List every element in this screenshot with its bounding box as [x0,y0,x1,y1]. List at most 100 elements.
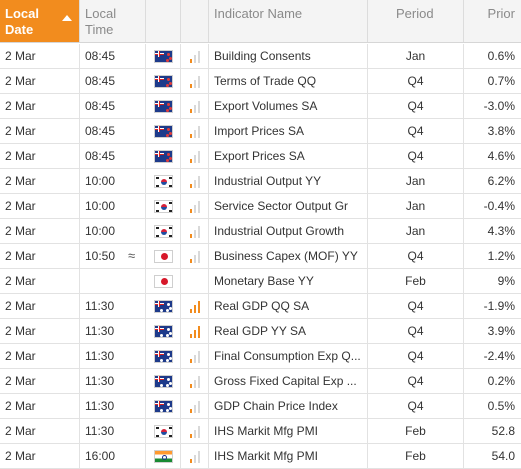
importance-bars-icon [190,75,202,88]
indicator-name-cell[interactable]: Terms of Trade QQ [209,69,368,93]
importance-cell [181,244,209,268]
table-row[interactable]: 2 Mar 10:00 Industrial Output YY Jan 6.2% [0,169,521,194]
date-cell: 2 Mar [0,419,80,443]
date-cell: 2 Mar [0,69,80,93]
prior-cell: -0.4% [483,199,515,213]
prior-cell: 6.2% [487,174,515,188]
indicator-name-cell[interactable]: IHS Markit Mfg PMI [209,444,368,468]
nz-flag-icon [154,50,173,63]
column-header-prior[interactable]: Prior [464,0,521,42]
prior-cell: 54.0 [491,449,515,463]
table-row[interactable]: 2 Mar 11:30 Real GDP YY SA Q4 3.9% [0,319,521,344]
indicator-name-cell[interactable]: Building Consents [209,44,368,68]
time-value: 10:00 [85,199,116,213]
table-row[interactable]: 2 Mar 10:50 ≈ Business Capex (MOF) YY Q4 1.2% [0,244,521,269]
indicator-name-cell[interactable]: Business Capex (MOF) YY [209,244,368,268]
importance-cell [181,119,209,143]
nz-flag-icon [154,75,173,88]
table-row[interactable]: 2 Mar 08:45 Building Consents Jan 0.6% [0,44,521,69]
kr-flag-icon [154,200,173,213]
importance-cell [181,144,209,168]
country-cell [146,244,181,268]
table-row[interactable]: 2 Mar 11:30 GDP Chain Price Index Q4 0.5% [0,394,521,419]
column-header-local-date[interactable]: Local Date [0,0,80,42]
period-cell: Q4 [368,344,464,368]
au-flag-icon [154,350,173,363]
period-cell: Q4 [368,294,464,318]
column-label-date: Date [5,22,34,37]
period-cell: Q4 [368,369,464,393]
indicator-name-cell[interactable]: IHS Markit Mfg PMI [209,419,368,443]
nz-flag-icon [154,150,173,163]
table-row[interactable]: 2 Mar 08:45 Export Volumes SA Q4 -3.0% [0,94,521,119]
indicator-name-cell[interactable]: GDP Chain Price Index [209,394,368,418]
date-cell: 2 Mar [0,294,80,318]
time-cell: 11:30 [80,319,146,343]
table-row[interactable]: 2 Mar 08:45 Terms of Trade QQ Q4 0.7% [0,69,521,94]
table-row[interactable]: 2 Mar 11:30 Gross Fixed Capital Exp ... Q4 0… [0,369,521,394]
country-cell [146,119,181,143]
table-row[interactable]: 2 Mar 11:30 Real GDP QQ SA Q4 -1.9% [0,294,521,319]
indicator-name-cell[interactable]: Industrial Output YY [209,169,368,193]
country-cell [146,269,181,293]
column-header-local-time[interactable]: Local Time [80,0,146,42]
importance-cell [181,419,209,443]
importance-cell [181,169,209,193]
column-header-country[interactable] [146,0,181,42]
jp-flag-icon [154,275,173,288]
period-cell: Jan [368,194,464,218]
time-value: 10:00 [85,174,116,188]
time-value: 08:45 [85,149,116,163]
prior-cell: 3.9% [487,324,515,338]
column-header-period[interactable]: Period [368,0,464,42]
importance-cell [181,394,209,418]
table-row[interactable]: 2 Mar 10:00 Industrial Output Growth Jan 4.3… [0,219,521,244]
time-value: 11:30 [85,349,115,363]
date-cell: 2 Mar [0,369,80,393]
indicator-name-cell[interactable]: Import Prices SA [209,119,368,143]
indicator-name-cell[interactable]: Gross Fixed Capital Exp ... [209,369,368,393]
time-cell: 08:45 [80,69,146,93]
date-cell: 2 Mar [0,169,80,193]
prior-cell: 9% [497,274,515,288]
table-row[interactable]: 2 Mar Monetary Base YY Feb 9% [0,269,521,294]
indicator-name-cell[interactable]: Service Sector Output Gr [209,194,368,218]
indicator-name-cell[interactable]: Real GDP YY SA [209,319,368,343]
date-cell: 2 Mar [0,319,80,343]
importance-bars-icon [190,425,202,438]
indicator-name-cell[interactable]: Industrial Output Growth [209,219,368,243]
time-cell: 16:00 [80,444,146,468]
table-header: Local Date Local Time Indicator Name Per… [0,0,521,43]
jp-flag-icon [154,250,173,263]
date-cell: 2 Mar [0,144,80,168]
prior-cell: -1.9% [483,299,515,313]
country-cell [146,394,181,418]
in-flag-icon [154,450,173,463]
kr-flag-icon [154,425,173,438]
indicator-name-cell[interactable]: Export Prices SA [209,144,368,168]
importance-bars-icon [190,375,202,388]
time-value: 11:30 [85,424,115,438]
table-row[interactable]: 2 Mar 16:00 IHS Markit Mfg PMI Feb 54.0 [0,444,521,469]
indicator-name-cell[interactable]: Final Consumption Exp Q... [209,344,368,368]
column-header-indicator-name[interactable]: Indicator Name [209,0,368,42]
table-row[interactable]: 2 Mar 10:00 Service Sector Output Gr Jan -0.… [0,194,521,219]
indicator-name-cell[interactable]: Monetary Base YY [209,269,368,293]
table-row[interactable]: 2 Mar 11:30 IHS Markit Mfg PMI Feb 52.8 [0,419,521,444]
country-cell [146,169,181,193]
country-cell [146,344,181,368]
indicator-name-cell[interactable]: Export Volumes SA [209,94,368,118]
period-cell: Q4 [368,244,464,268]
date-cell: 2 Mar [0,344,80,368]
column-label-local: Local [5,6,39,21]
importance-bars-icon [190,300,202,313]
importance-cell [181,219,209,243]
indicator-name-cell[interactable]: Real GDP QQ SA [209,294,368,318]
column-header-importance[interactable] [181,0,209,42]
table-row[interactable]: 2 Mar 08:45 Import Prices SA Q4 3.8% [0,119,521,144]
table-row[interactable]: 2 Mar 08:45 Export Prices SA Q4 4.6% [0,144,521,169]
table-row[interactable]: 2 Mar 11:30 Final Consumption Exp Q... Q4 -2… [0,344,521,369]
importance-bars-icon [190,250,202,263]
time-cell: 11:30 [80,344,146,368]
au-flag-icon [154,325,173,338]
